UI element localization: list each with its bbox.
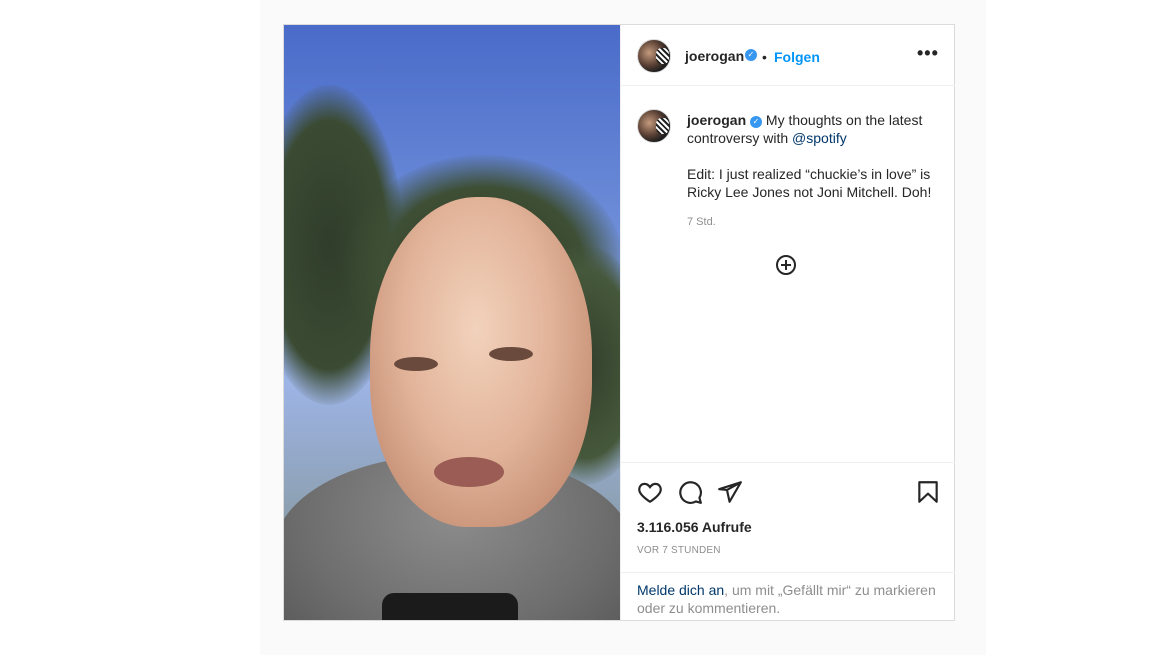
- post-age[interactable]: VOR 7 STUNDEN: [637, 545, 721, 556]
- avatar[interactable]: [637, 39, 671, 73]
- more-options-icon[interactable]: •••: [917, 43, 939, 64]
- follow-button[interactable]: Folgen: [774, 49, 820, 65]
- right-eye: [489, 347, 533, 361]
- header-separator: •: [762, 49, 767, 65]
- caption-edit-text: Edit: I just realized “chuckie’s in love…: [687, 166, 932, 200]
- post-video[interactable]: [284, 25, 620, 620]
- header-username[interactable]: joerogan: [685, 48, 744, 64]
- login-prompt: Melde dich an, um mit „Gefällt mir“ zu m…: [621, 572, 955, 620]
- caption-username[interactable]: joerogan: [687, 112, 746, 128]
- heart-icon[interactable]: [637, 479, 663, 505]
- login-text: Melde dich an, um mit „Gefällt mir“ zu m…: [637, 581, 947, 617]
- view-count: 3.116.056 Aufrufe: [637, 519, 752, 535]
- share-icon[interactable]: [717, 479, 743, 505]
- post-caption: joerogan ✓ My thoughts on the latest con…: [687, 111, 937, 201]
- mention-link[interactable]: @spotify: [792, 130, 847, 146]
- post-header: joerogan ✓ • Folgen •••: [621, 25, 955, 86]
- post-side-panel: joerogan ✓ • Folgen ••• joerogan ✓ My th…: [620, 25, 955, 620]
- caption-timestamp[interactable]: 7 Std.: [687, 216, 716, 228]
- bookmark-icon[interactable]: [915, 479, 941, 505]
- mouth: [434, 457, 504, 487]
- verified-badge-icon: ✓: [750, 116, 763, 128]
- verified-badge-icon: ✓: [745, 49, 757, 61]
- caption-avatar[interactable]: [637, 109, 671, 143]
- load-more-comments-icon[interactable]: [776, 255, 796, 275]
- login-link[interactable]: Melde dich an: [637, 582, 724, 598]
- left-eye: [394, 357, 438, 371]
- comment-icon[interactable]: [677, 479, 703, 505]
- post-card: joerogan ✓ • Folgen ••• joerogan ✓ My th…: [283, 24, 955, 621]
- microphone: [382, 593, 518, 620]
- post-actions: 3.116.056 Aufrufe VOR 7 STUNDEN: [621, 462, 955, 572]
